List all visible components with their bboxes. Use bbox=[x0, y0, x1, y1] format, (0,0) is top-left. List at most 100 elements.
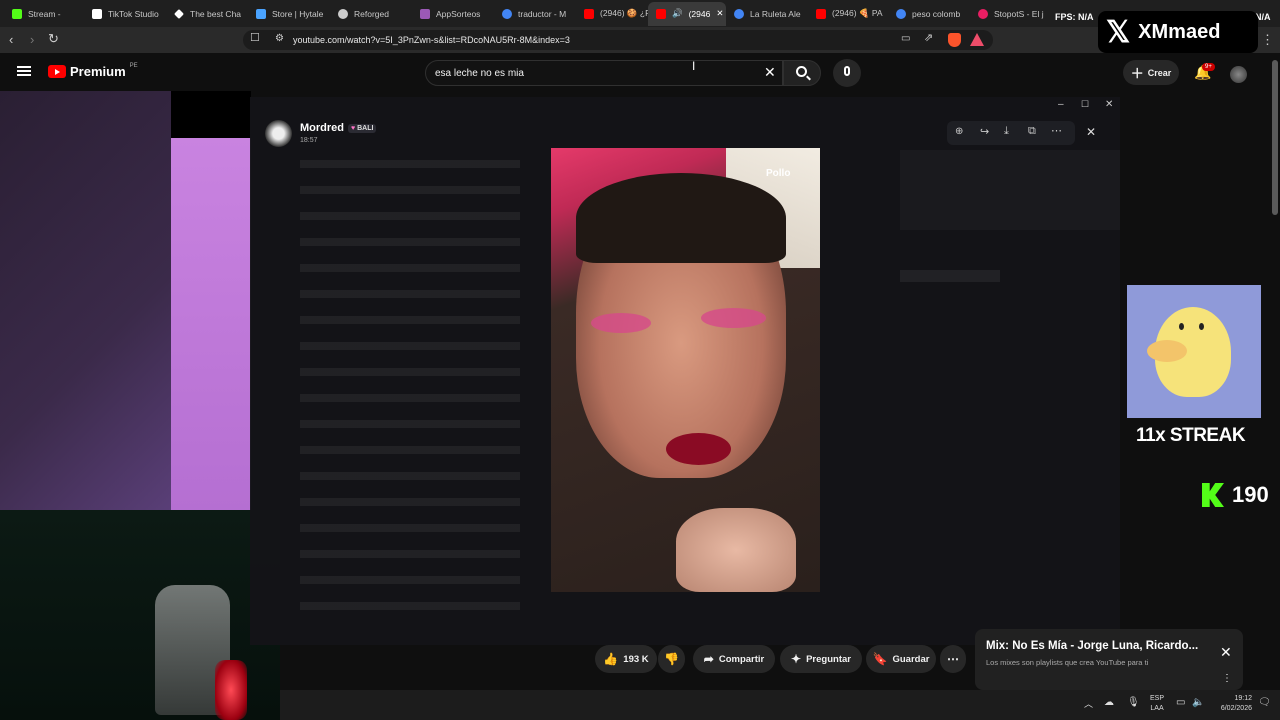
tab-tiktok-studio[interactable]: TikTok Studio bbox=[84, 2, 166, 26]
video-top-bar bbox=[171, 91, 251, 138]
zoom-icon[interactable]: ⊕ bbox=[955, 126, 963, 137]
video-purple-panel bbox=[171, 138, 251, 510]
avatar[interactable] bbox=[1230, 66, 1247, 83]
create-button[interactable]: ＋ Crear bbox=[1123, 60, 1179, 85]
more-dots-icon: ⋯ bbox=[947, 652, 959, 666]
x-handle-text: XMmaed bbox=[1138, 20, 1221, 43]
search-icon bbox=[796, 66, 807, 77]
close-mix-icon[interactable]: ✕ bbox=[1220, 644, 1232, 661]
text-cursor-icon: I bbox=[692, 59, 696, 73]
speaker-icon: 🔊 bbox=[672, 8, 683, 18]
back-icon[interactable]: ‹ bbox=[9, 33, 13, 46]
open-external-icon[interactable]: ⧉ bbox=[1028, 125, 1036, 138]
like-button[interactable]: 👍 193 K bbox=[595, 645, 657, 673]
clear-search-icon[interactable]: ✕ bbox=[764, 64, 776, 81]
scrollbar[interactable] bbox=[1272, 60, 1278, 215]
close-viewer-icon[interactable]: ✕ bbox=[1086, 125, 1096, 139]
youtube-logo[interactable]: Premium PE bbox=[48, 62, 138, 79]
video-background-left bbox=[0, 91, 172, 511]
kick-icon bbox=[12, 8, 22, 19]
viewer-sender-name: Mordred ♥ BALI bbox=[300, 122, 377, 134]
brave-shield-icon[interactable] bbox=[948, 33, 961, 47]
heart-icon: ♥ bbox=[351, 124, 356, 132]
tab-la-ruleta[interactable]: La Ruleta Ale bbox=[726, 2, 808, 26]
kick-logo-icon bbox=[1202, 483, 1224, 507]
x-logo-icon: 𝕏 bbox=[1106, 15, 1131, 49]
window-close-icon[interactable]: ✕ bbox=[1105, 99, 1113, 110]
thumbs-down-icon: 👎 bbox=[664, 652, 679, 666]
onedrive-icon[interactable]: ☁ bbox=[1104, 697, 1114, 708]
url-text: youtube.com/watch?v=5I_3PnZwn-s&list=RDc… bbox=[293, 35, 570, 45]
x-handle-badge: 𝕏 XMmaed bbox=[1098, 11, 1258, 53]
rewards-icon[interactable] bbox=[970, 33, 984, 46]
more-actions-button[interactable]: ⋯ bbox=[940, 645, 966, 673]
streak-duck-image bbox=[1127, 285, 1261, 418]
youtube-icon bbox=[816, 8, 826, 19]
input-language[interactable]: ESP LAA bbox=[1150, 694, 1164, 714]
forward-icon[interactable]: › bbox=[30, 33, 34, 46]
server-tag: ♥ BALI bbox=[348, 123, 377, 133]
bookmark-icon[interactable]: ☐ bbox=[250, 33, 260, 44]
tab-youtube-2[interactable]: (2946) 🍕 PA bbox=[808, 2, 888, 26]
youtube-play-icon bbox=[48, 65, 66, 78]
volume-icon[interactable]: 🔈 bbox=[1192, 697, 1204, 708]
tab-appsorteos[interactable]: AppSorteos bbox=[412, 2, 494, 26]
google-icon bbox=[896, 8, 906, 19]
mix-subtitle: Los mixes son playlists que crea YouTube… bbox=[986, 658, 1149, 667]
youtube-premium-label: Premium bbox=[70, 64, 126, 79]
share-arrow-icon: ➦ bbox=[703, 652, 714, 666]
menu-dots-icon[interactable]: ⋮ bbox=[1261, 33, 1274, 46]
thumbs-up-icon: 👍 bbox=[603, 652, 619, 666]
tab-youtube-1[interactable]: (2946) 🍪 ¿F bbox=[576, 2, 648, 26]
appsorteos-icon bbox=[420, 8, 430, 19]
cast-icon[interactable]: ▭ bbox=[901, 34, 910, 44]
google-icon bbox=[502, 8, 512, 19]
tab-hytale-store[interactable]: Store | Hytale bbox=[248, 2, 330, 26]
voice-search-button[interactable] bbox=[833, 59, 861, 87]
clock[interactable]: 19:12 6/02/2026 bbox=[1210, 694, 1252, 714]
network-icon[interactable]: ▭ bbox=[1176, 697, 1185, 708]
tab-traductor[interactable]: traductor - M bbox=[494, 2, 576, 26]
share-icon[interactable]: ⇗ bbox=[924, 33, 933, 44]
reload-icon[interactable]: ↻ bbox=[48, 32, 59, 45]
site-settings-icon[interactable]: ⚙ bbox=[275, 34, 284, 44]
tab-stopots[interactable]: StopotS - El j bbox=[970, 2, 1050, 26]
stopots-icon bbox=[978, 8, 988, 19]
save-button[interactable]: 🔖 Guardar bbox=[866, 645, 936, 673]
window-maximize-icon[interactable]: ☐ bbox=[1081, 99, 1089, 110]
tray-expand-icon[interactable]: ︿ bbox=[1084, 697, 1093, 710]
hamburger-menu-icon[interactable] bbox=[17, 66, 31, 76]
mic-tray-icon[interactable]: 🎙 bbox=[1127, 697, 1140, 708]
ask-button[interactable]: ✦ Preguntar bbox=[780, 645, 862, 673]
notification-count-badge: 9+ bbox=[1202, 63, 1215, 71]
hytale-icon bbox=[256, 8, 266, 19]
tab-reforged[interactable]: Reforged bbox=[330, 2, 412, 26]
tab-youtube-active[interactable]: 🔊 (2946 ✕ bbox=[648, 1, 726, 26]
search-button[interactable] bbox=[783, 60, 821, 86]
google-icon bbox=[734, 8, 744, 19]
notification-center-icon[interactable]: 🗨 bbox=[1258, 697, 1271, 708]
close-tab-icon[interactable]: ✕ bbox=[716, 8, 723, 19]
search-input[interactable]: esa leche no es mia bbox=[425, 60, 783, 86]
window-minimize-icon[interactable]: – bbox=[1058, 99, 1064, 110]
streak-label: 11x STREAK bbox=[1136, 425, 1246, 446]
download-icon[interactable]: ⤓ bbox=[1004, 125, 1009, 138]
region-code: PE bbox=[129, 62, 138, 69]
dislike-button[interactable]: 👎 bbox=[658, 645, 685, 673]
diamond-icon bbox=[174, 8, 184, 19]
address-bar[interactable]: youtube.com/watch?v=5I_3PnZwn-s&list=RDc… bbox=[243, 30, 993, 50]
share-button[interactable]: ➦ Compartir bbox=[693, 645, 775, 673]
photo-caption: Pollo bbox=[766, 168, 791, 179]
globe-icon bbox=[338, 8, 348, 19]
forward-icon[interactable]: ↪ bbox=[980, 125, 989, 138]
more-options-icon[interactable]: ⋯ bbox=[1051, 124, 1062, 137]
tab-best-chat[interactable]: The best Cha bbox=[166, 2, 248, 26]
fps-counter: FPS: N/A bbox=[1055, 12, 1094, 22]
tab-peso-colombiano[interactable]: peso colomb bbox=[888, 2, 970, 26]
mix-more-icon[interactable]: ⋮ bbox=[1222, 673, 1232, 684]
plus-icon: ＋ bbox=[1130, 66, 1144, 81]
tab-stream[interactable]: Stream - bbox=[4, 2, 84, 26]
webcam-feed bbox=[0, 510, 280, 720]
bookmark-icon: 🔖 bbox=[872, 652, 888, 666]
mix-playlist-panel[interactable]: Mix: No Es Mía - Jorge Luna, Ricardo... … bbox=[975, 629, 1243, 690]
